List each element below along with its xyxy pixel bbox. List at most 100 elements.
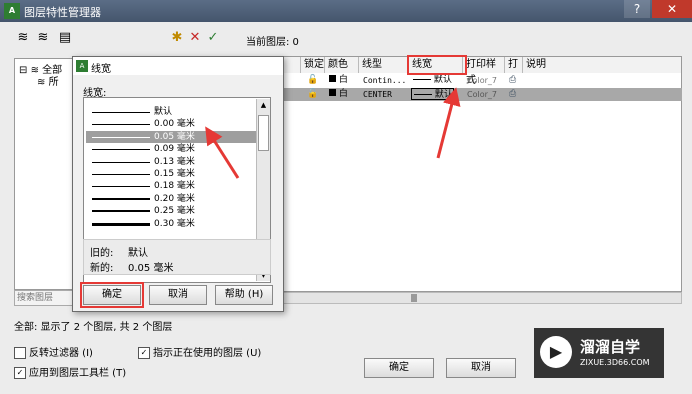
color-name: 白 — [338, 89, 348, 99]
lw-cancel-button[interactable]: 取消 — [149, 285, 207, 305]
lineweight-sample — [92, 124, 150, 126]
column-header-description[interactable]: 说明 — [523, 57, 681, 73]
invert-filter-option[interactable]: 反转过滤器 (I) — [14, 344, 93, 359]
play-logo-icon: ▶ — [540, 336, 572, 368]
column-header-plot[interactable]: 打 — [505, 57, 523, 73]
tree-expand-icon[interactable]: ⊟ — [19, 65, 27, 76]
show-in-use-label: 指示正在使用的图层 (U) — [153, 348, 262, 359]
invert-filter-label: 反转过滤器 (I) — [29, 348, 93, 359]
lineweight-dialog: A 线宽 线宽: 默认 0.00 毫米 0.05 毫米 0.09 毫米 0.13 毫米 0… — [72, 56, 284, 312]
lineweight-sample — [92, 197, 150, 200]
table-row-selected[interactable]: 🔓 白 CENTER 默认 Color_7 ⎙ — [221, 88, 682, 101]
delete-layer-icon[interactable]: ✕ — [186, 30, 204, 46]
new-label: 新的: — [90, 263, 114, 274]
new-group-filter-icon[interactable]: ≋ — [34, 30, 52, 46]
scroll-thumb[interactable] — [258, 115, 269, 151]
old-value: 默认 — [128, 248, 148, 259]
lineweight-sample — [92, 174, 150, 175]
current-layer-label: 当前图层: 0 — [246, 37, 299, 48]
color-name: 白 — [338, 75, 348, 85]
lineweight-sample — [92, 112, 150, 113]
lineweight-item-label: 0.20 毫米 — [154, 193, 195, 204]
lineweight-item-label: 0.18 毫米 — [154, 181, 195, 192]
show-in-use-option[interactable]: ✓ 指示正在使用的图层 (U) — [138, 344, 261, 359]
lock-icon[interactable]: 🔓 — [305, 74, 318, 87]
lineweight-item-label: 默认 — [154, 107, 173, 117]
color-cell[interactable]: 白 — [327, 74, 348, 87]
printer-icon[interactable]: ⎙ — [507, 88, 516, 101]
tree-child-label: 所 — [48, 77, 59, 88]
close-window-button[interactable]: ✕ — [652, 0, 692, 18]
layer-states-manager-icon[interactable]: ▤ — [56, 30, 74, 46]
old-label: 旧的: — [90, 248, 114, 259]
lineweight-sample — [92, 222, 150, 226]
table-row[interactable]: 🔓 白 Contin... 默认 Color_7 ⎙ — [221, 74, 682, 87]
tree-child-item[interactable]: ≋ 所 — [37, 73, 59, 88]
plotstyle-cell: Color_7 — [467, 76, 497, 85]
lineweight-item[interactable]: 默认 — [86, 106, 256, 118]
ok-button[interactable]: 确定 — [364, 358, 434, 378]
watermark-logo: ▶ 溜溜自学 ZIXUE.3D66.COM — [534, 328, 664, 378]
autocad-app-icon: A — [76, 60, 88, 72]
lineweight-item[interactable]: 0.00 毫米 — [86, 118, 256, 130]
lineweight-summary: 旧的: 默认 新的: 0.05 毫米 — [83, 239, 271, 275]
printer-icon[interactable]: ⎙ — [507, 74, 516, 87]
lineweight-item-label: 0.15 毫米 — [154, 169, 195, 179]
lineweight-sample — [92, 136, 150, 138]
autocad-app-icon: A — [4, 3, 20, 19]
linetype-cell[interactable]: Contin... — [361, 74, 406, 87]
column-header-linetype[interactable]: 线型 — [359, 57, 409, 73]
lock-icon[interactable]: 🔓 — [305, 88, 318, 101]
lineweight-cell[interactable]: 默认 — [411, 74, 452, 87]
invert-filter-checkbox[interactable] — [14, 347, 26, 359]
column-header-locked[interactable]: 锁定 — [301, 57, 325, 73]
new-value: 0.05 毫米 — [128, 263, 174, 274]
lineweight-item-label: 0.30 毫米 — [154, 218, 195, 229]
lw-help-button[interactable]: 帮助 (H) — [215, 285, 273, 305]
lineweight-item[interactable]: 0.05 毫米 — [86, 130, 256, 143]
apply-toolbar-checkbox[interactable]: ✓ — [14, 367, 26, 379]
column-header-color[interactable]: 颜色 — [325, 57, 359, 73]
scroll-thumb[interactable] — [411, 294, 417, 302]
lineweight-sample — [92, 210, 150, 213]
horizontal-scrollbar[interactable] — [220, 292, 682, 304]
lineweight-item-label: 0.13 毫米 — [154, 156, 195, 167]
lineweight-item-label: 0.09 毫米 — [154, 144, 195, 155]
layer-table[interactable]: 锁定 颜色 线型 线宽 打印样式 打 说明 🔓 白 Contin... 默认 C… — [220, 55, 682, 292]
lineweight-sample — [92, 161, 150, 163]
lineweight-sample — [413, 79, 431, 80]
column-header-plotstyle[interactable]: 打印样式 — [463, 57, 505, 86]
set-current-icon[interactable]: ✓ — [204, 30, 222, 46]
lineweight-item-label: 0.05 毫米 — [154, 131, 195, 142]
color-swatch — [329, 89, 336, 96]
lineweight-value: 默认 — [434, 90, 453, 100]
highlight-lineweight-header — [407, 55, 467, 75]
watermark-sub-text: ZIXUE.3D66.COM — [580, 358, 650, 367]
new-property-filter-icon[interactable]: ≋ — [14, 30, 32, 46]
lineweight-item[interactable]: 0.09 毫米 — [86, 143, 256, 155]
lineweight-sample — [92, 149, 150, 151]
lineweight-item[interactable]: 0.25 毫米 — [86, 205, 256, 217]
title-bar: A 图层特性管理器 ? ✕ — [0, 0, 692, 22]
highlight-ok-button — [80, 282, 144, 308]
lineweight-item[interactable]: 0.30 毫米 — [86, 218, 256, 230]
lineweight-sample — [414, 94, 432, 95]
lineweight-dialog-title: 线宽 — [91, 64, 111, 75]
lineweight-item[interactable]: 0.15 毫米 — [86, 168, 256, 180]
lineweight-value: 默认 — [433, 75, 452, 85]
scroll-up-icon[interactable]: ▲ — [257, 99, 270, 111]
lineweight-item[interactable]: 0.18 毫米 — [86, 180, 256, 192]
color-swatch — [329, 75, 336, 82]
lineweight-item[interactable]: 0.20 毫米 — [86, 193, 256, 205]
status-text: 全部: 显示了 2 个图层, 共 2 个图层 — [14, 322, 173, 333]
show-in-use-checkbox[interactable]: ✓ — [138, 347, 150, 359]
cancel-button[interactable]: 取消 — [446, 358, 516, 378]
color-cell[interactable]: 白 — [327, 88, 348, 101]
lineweight-item[interactable]: 0.13 毫米 — [86, 156, 256, 168]
apply-toolbar-option[interactable]: ✓ 应用到图层工具栏 (T) — [14, 364, 126, 379]
lineweight-cell[interactable]: 默认 — [411, 88, 454, 100]
help-window-button[interactable]: ? — [624, 0, 650, 18]
new-layer-icon[interactable]: ✱ — [168, 30, 186, 46]
linetype-cell[interactable]: CENTER — [361, 88, 392, 101]
lineweight-item-label: 0.25 毫米 — [154, 206, 195, 217]
